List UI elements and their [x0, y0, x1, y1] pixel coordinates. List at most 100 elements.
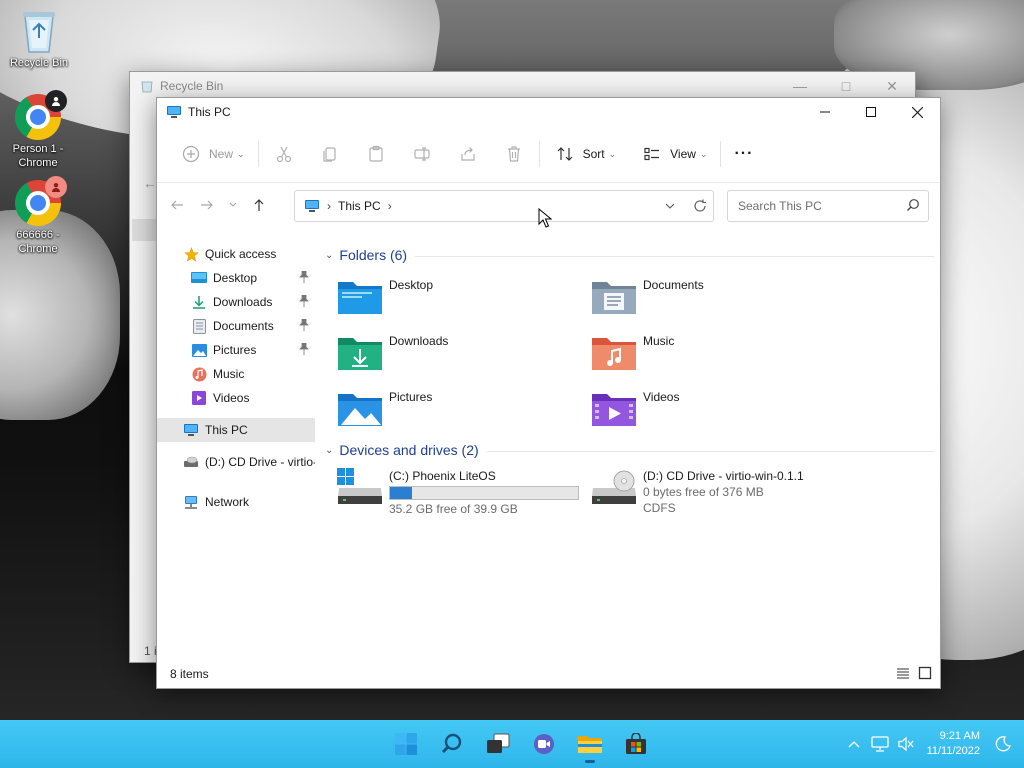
sidebar-item-videos[interactable]: Videos	[157, 386, 315, 410]
sidebar-item-documents[interactable]: Documents	[157, 314, 315, 338]
paste-button[interactable]	[360, 138, 392, 170]
content-pane: ⌄ Folders (6) Desktop Documents Download…	[317, 242, 940, 660]
sidebar-item-label: Videos	[213, 391, 250, 405]
drive-c[interactable]: (C:) Phoenix LiteOS 35.2 GB free of 39.9…	[337, 468, 579, 520]
capacity-bar	[389, 486, 579, 500]
rename-button[interactable]	[406, 138, 438, 170]
sidebar-item-label: Quick access	[205, 247, 277, 261]
back-button[interactable]	[162, 190, 192, 220]
drives-group-header[interactable]: ⌄ Devices and drives (2)	[325, 439, 479, 461]
chevron-down-icon: ⌄	[608, 148, 617, 159]
view-button[interactable]: View ⌄	[636, 138, 711, 170]
desktop-icon-666666-chrome[interactable]: 666666 - Chrome	[0, 176, 76, 256]
minimize-button[interactable]: —	[777, 72, 823, 100]
folder-downloads[interactable]: Downloads	[337, 332, 577, 376]
folder-pictures[interactable]: Pictures	[337, 388, 577, 432]
search-icon	[907, 199, 919, 211]
chevron-down-icon: ⌄	[325, 249, 334, 261]
chevron-down-icon: ⌄	[699, 148, 708, 159]
sidebar-item-desktop[interactable]: Desktop	[157, 266, 315, 290]
desktop-icon-person1-chrome[interactable]: Person 1 - Chrome	[0, 90, 76, 170]
file-explorer-icon	[578, 736, 602, 753]
store-button[interactable]	[616, 724, 656, 764]
sidebar-item-this-pc[interactable]: This PC	[157, 418, 315, 442]
more-options-button[interactable]: ···	[730, 138, 757, 170]
profile-avatar-icon	[45, 176, 67, 198]
chevron-down-icon: ⌄	[325, 444, 334, 456]
maximize-button[interactable]	[848, 98, 894, 126]
close-button[interactable]: ✕	[869, 72, 915, 100]
arrow-right-icon	[201, 200, 213, 210]
sidebar-item-downloads[interactable]: Downloads	[157, 290, 315, 314]
drive-filesystem: CDFS	[643, 501, 676, 515]
sidebar-selection	[132, 219, 158, 241]
details-view-icon[interactable]	[896, 666, 910, 680]
sidebar-item-quick-access[interactable]: Quick access	[157, 242, 315, 266]
desktop-icon-label: 666666 - Chrome	[16, 229, 60, 255]
network-icon	[183, 494, 199, 510]
address-bar[interactable]: › This PC ›	[294, 190, 714, 222]
minimize-button[interactable]	[802, 98, 848, 126]
show-hidden-icons-button[interactable]	[841, 729, 867, 759]
sidebar-item-music[interactable]: Music	[157, 362, 315, 386]
network-status-button[interactable]	[867, 729, 893, 759]
new-button[interactable]: New ⌄	[175, 138, 249, 170]
drive-d[interactable]: (D:) CD Drive - virtio-win-0.1.1 0 bytes…	[591, 468, 804, 520]
folder-label: Downloads	[389, 334, 449, 348]
chevron-down-icon[interactable]	[665, 203, 675, 210]
folder-label: Documents	[643, 278, 704, 292]
status-bar: 8 items	[157, 660, 940, 688]
folder-videos[interactable]: Videos	[591, 388, 831, 432]
desktop-icon-label: Recycle Bin	[9, 57, 69, 69]
sidebar-item-label: Music	[213, 367, 245, 381]
copy-button[interactable]	[314, 138, 346, 170]
notifications-button[interactable]	[990, 729, 1016, 759]
start-button[interactable]	[386, 724, 426, 764]
back-arrow-icon[interactable]: ←	[143, 175, 157, 191]
desktop-folder-icon	[191, 270, 207, 286]
maximize-button[interactable]: □	[823, 72, 869, 100]
breadcrumb-separator[interactable]: ›	[388, 199, 392, 213]
sort-button[interactable]: Sort ⌄	[549, 138, 621, 170]
desktop-icon-recycle-bin[interactable]: Recycle Bin	[1, 6, 77, 70]
file-explorer-window[interactable]: This PC New ⌄ Sort ⌄ View ⌄ ··· › This P…	[156, 97, 941, 689]
sidebar-item-pictures[interactable]: Pictures	[157, 338, 315, 362]
forward-button[interactable]	[192, 190, 222, 220]
task-view-button[interactable]	[478, 724, 518, 764]
folder-documents[interactable]: Documents	[591, 276, 831, 320]
delete-button[interactable]	[498, 138, 530, 170]
search-button[interactable]	[432, 724, 472, 764]
desktop-folder-icon	[338, 282, 382, 314]
system-drive-icon	[337, 468, 382, 504]
titlebar[interactable]: This PC	[157, 98, 940, 126]
folders-group-header[interactable]: ⌄ Folders (6)	[325, 244, 407, 266]
file-explorer-button[interactable]	[570, 724, 610, 764]
recent-locations-button[interactable]	[222, 190, 244, 220]
folder-desktop[interactable]: Desktop	[337, 276, 577, 320]
download-arrow-icon	[191, 294, 207, 310]
close-button[interactable]	[894, 98, 940, 126]
new-label: New	[209, 147, 234, 161]
store-icon	[626, 733, 646, 754]
volume-button[interactable]	[893, 729, 919, 759]
sidebar-item-label: Network	[205, 495, 250, 509]
search-input[interactable]	[736, 198, 900, 214]
up-button[interactable]	[244, 190, 274, 220]
large-icons-view-icon[interactable]	[918, 666, 932, 680]
share-button[interactable]	[452, 138, 484, 170]
this-pc-icon	[305, 200, 319, 212]
cd-drive-icon	[592, 470, 636, 504]
folder-music[interactable]: Music	[591, 332, 831, 376]
sidebar-item-network[interactable]: Network	[157, 490, 315, 514]
sidebar-item-cd-drive[interactable]: (D:) CD Drive - virtio-	[157, 450, 315, 474]
refresh-icon[interactable]	[693, 199, 707, 213]
clock[interactable]: 9:21 AM 11/11/2022	[927, 729, 980, 759]
picture-icon	[191, 342, 207, 358]
cut-button[interactable]	[268, 138, 300, 170]
taskbar: 9:21 AM 11/11/2022	[0, 720, 1024, 768]
chrome-icon	[15, 176, 67, 226]
search-box[interactable]	[727, 190, 929, 222]
recycle-bin-icon	[15, 6, 63, 54]
breadcrumb-this-pc[interactable]: This PC	[338, 199, 381, 213]
chat-button[interactable]	[524, 724, 564, 764]
